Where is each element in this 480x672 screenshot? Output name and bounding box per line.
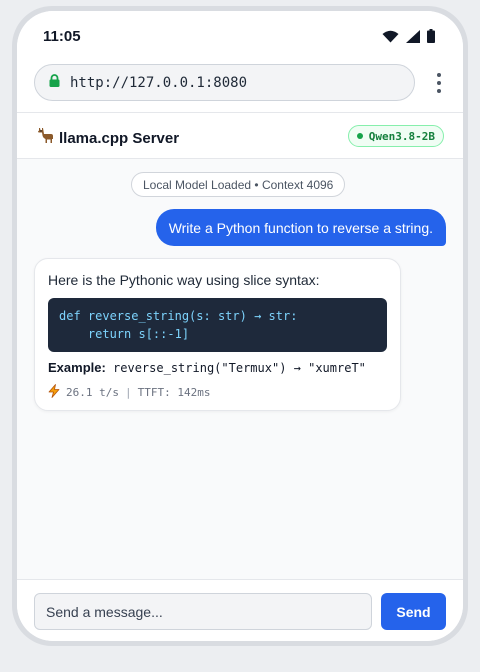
tokens-per-second: 26.1 t/s [66,386,119,399]
status-icons [382,29,435,43]
phone-screen: 11:05 http://127.0.0.1:8080 llama.cpp Se… [17,11,463,641]
more-vertical-icon[interactable] [435,73,443,93]
model-badge: Qwen3.8-2B [347,125,444,147]
cell-signal-icon [406,29,420,43]
example-line: Example: reverse_string("Termux") → "xum… [48,360,366,375]
example-code: reverse_string("Termux") → "xumreT" [105,361,366,375]
lightning-icon [48,384,60,401]
user-message: Write a Python function to reverse a str… [155,209,446,246]
assistant-message: Here is the Pythonic way using slice syn… [34,258,401,411]
time-to-first-token: TTFT: 142ms [137,386,211,399]
battery-icon [427,29,435,43]
llama-icon [36,127,54,149]
phone-frame: 11:05 http://127.0.0.1:8080 llama.cpp Se… [12,6,468,646]
example-label: Example: [48,360,106,375]
status-time: 11:05 [43,28,81,45]
app-header: llama.cpp Server Qwen3.8-2B [17,113,463,159]
wifi-icon [382,30,399,43]
generation-stats: 26.1 t/s | TTFT: 142ms [48,384,210,401]
app-title: llama.cpp Server [59,129,180,147]
url-text: http://127.0.0.1:8080 [70,74,248,91]
assistant-intro-text: Here is the Pythonic way using slice syn… [48,272,320,288]
model-name: Qwen3.8-2B [368,129,435,143]
address-bar[interactable]: http://127.0.0.1:8080 [34,64,415,101]
status-dot-icon [356,133,363,139]
lock-icon [49,73,70,92]
message-composer: Send [17,579,463,641]
browser-toolbar: http://127.0.0.1:8080 [17,59,463,113]
code-block: def reverse_string(s: str) → str: return… [48,298,387,352]
system-notice: Local Model Loaded • Context 4096 [131,172,346,197]
status-bar: 11:05 [17,11,463,59]
send-button[interactable]: Send [381,593,446,630]
app-title-group: llama.cpp Server [36,127,179,149]
message-input[interactable] [34,593,372,630]
stats-separator: | [124,386,132,399]
